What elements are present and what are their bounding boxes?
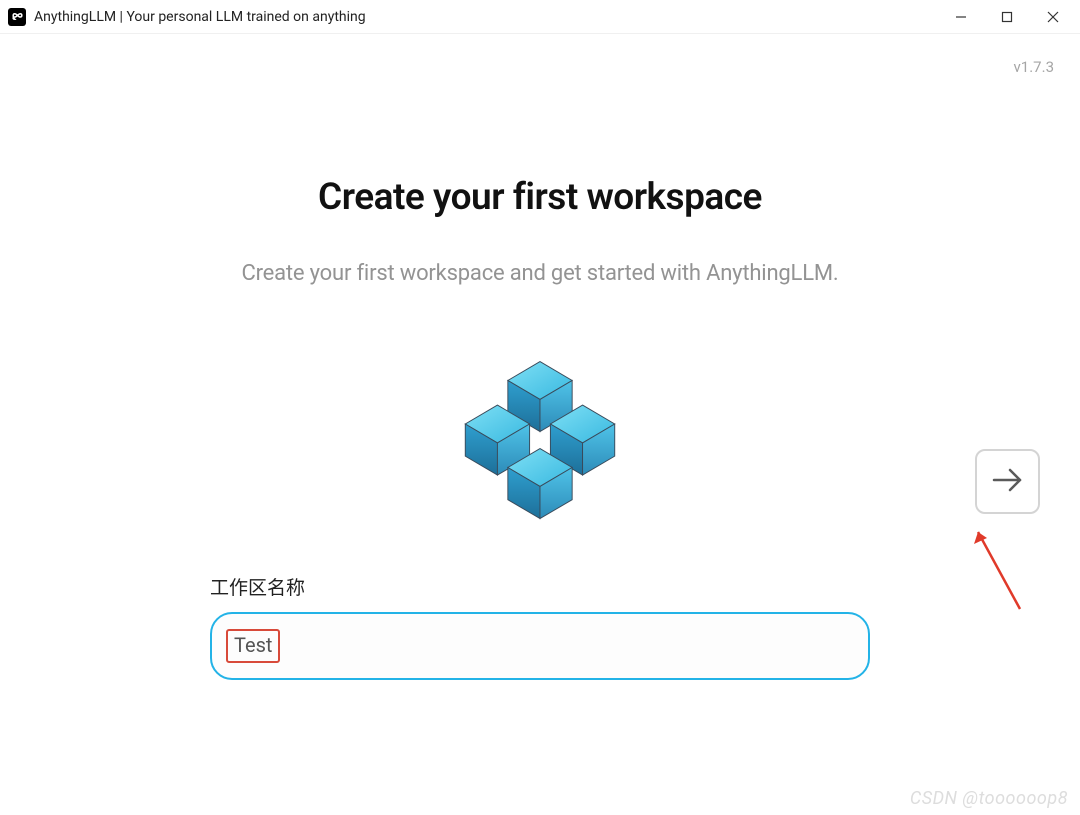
maximize-button[interactable] — [984, 2, 1030, 32]
watermark-text: CSDN @toooooop8 — [910, 788, 1068, 809]
onboarding-subheading: Create your first workspace and get star… — [242, 261, 839, 286]
window-controls — [938, 2, 1076, 32]
input-highlight-annotation: Test — [226, 629, 280, 663]
window-titlebar: AnythingLLM | Your personal LLM trained … — [0, 0, 1080, 34]
onboarding-heading: Create your first workspace — [318, 176, 762, 219]
minimize-button[interactable] — [938, 2, 984, 32]
content-area: v1.7.3 Create your first workspace Creat… — [0, 34, 1080, 815]
workspace-name-value: Test — [234, 633, 272, 657]
workspace-name-input[interactable]: Test — [210, 612, 870, 680]
titlebar-left: AnythingLLM | Your personal LLM trained … — [8, 8, 366, 26]
workspace-name-group: 工作区名称 Test — [210, 573, 870, 680]
window-title: AnythingLLM | Your personal LLM trained … — [34, 9, 366, 25]
workspace-illustration — [445, 354, 635, 529]
arrow-right-icon — [991, 466, 1025, 498]
version-label: v1.7.3 — [1014, 58, 1054, 76]
next-button[interactable] — [975, 449, 1040, 514]
onboarding-panel: Create your first workspace Create your … — [0, 34, 1080, 680]
close-button[interactable] — [1030, 2, 1076, 32]
app-icon — [8, 8, 26, 26]
workspace-name-label: 工作区名称 — [210, 573, 870, 600]
